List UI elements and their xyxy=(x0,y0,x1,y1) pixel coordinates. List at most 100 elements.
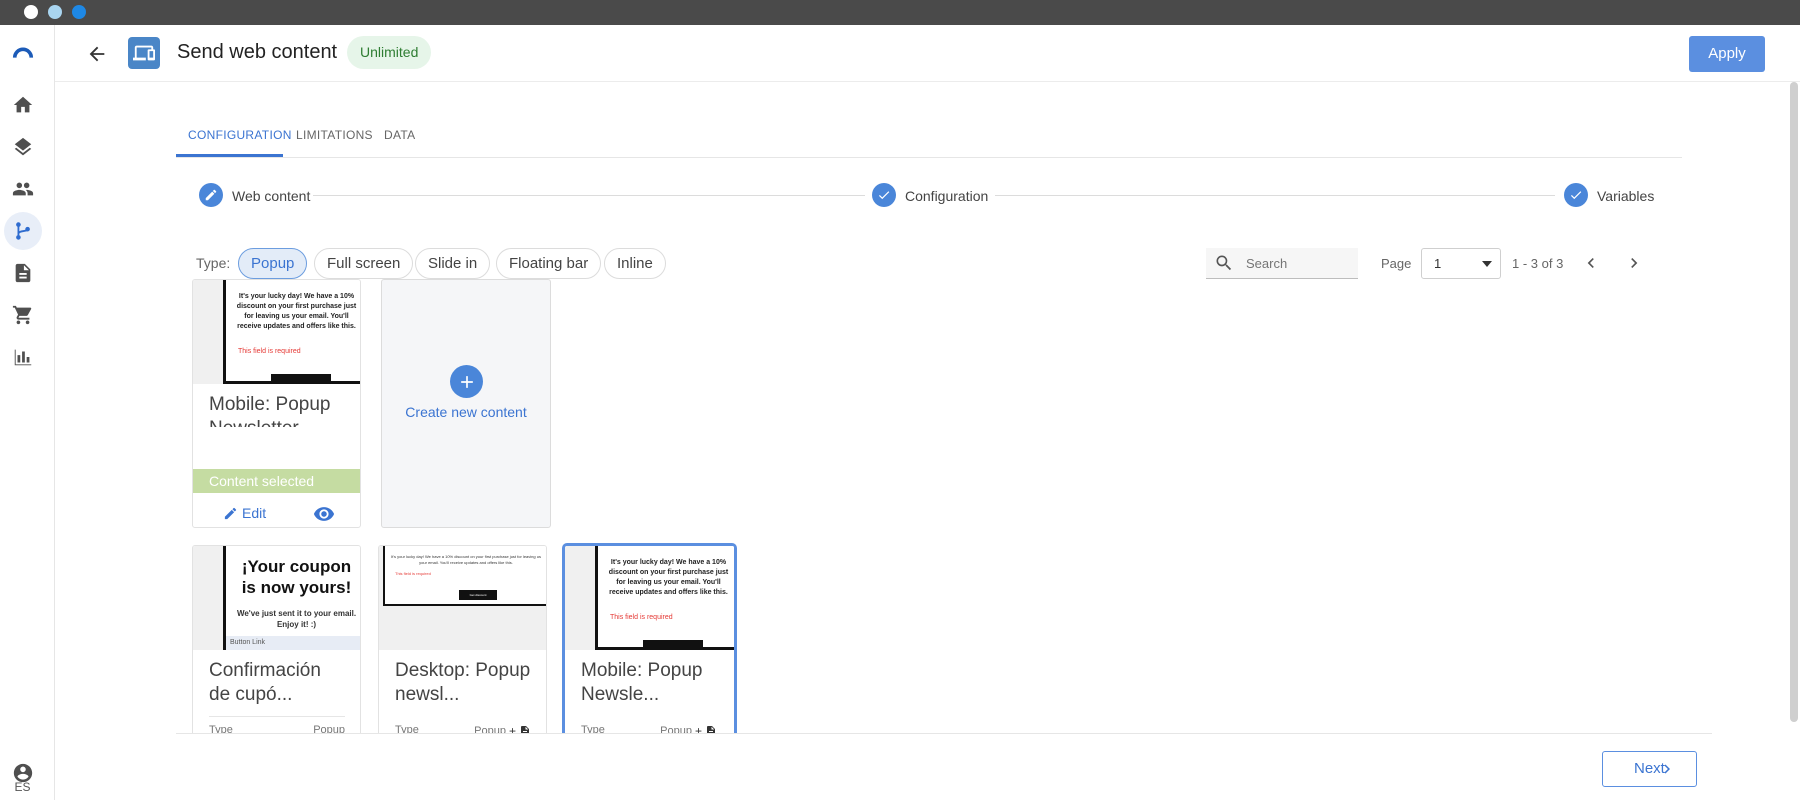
flow-icon[interactable] xyxy=(4,212,42,250)
preview-subtitle: We've just sent it to your email. Enjoy … xyxy=(236,609,357,629)
window-maximize-dot[interactable] xyxy=(72,5,86,19)
card-title-line2: Newsletter xyxy=(209,417,299,427)
next-page-button[interactable] xyxy=(1623,252,1645,274)
page-select-value: 1 xyxy=(1434,256,1442,271)
search-icon xyxy=(1216,255,1232,271)
tab-configuration[interactable]: CONFIGURATION xyxy=(188,128,292,142)
left-nav-rail: ES xyxy=(0,25,55,800)
apply-button[interactable]: Apply xyxy=(1689,36,1765,72)
card-title: Mobile: Popup xyxy=(581,660,703,681)
vertical-scrollbar[interactable] xyxy=(1790,82,1798,722)
search-field xyxy=(1206,248,1358,279)
footer-area xyxy=(56,734,1786,800)
tab-limitations[interactable]: LIMITATIONS xyxy=(296,128,373,142)
step-configuration-label[interactable]: Configuration xyxy=(905,188,988,204)
card-title-line2: Newsle... xyxy=(581,684,660,705)
pagination-range: 1 - 3 of 3 xyxy=(1512,256,1564,271)
next-button[interactable]: Next xyxy=(1602,751,1697,787)
preview-text: It's your lucky day! We have a 10% disco… xyxy=(391,554,541,565)
mobile-preview: ¡Your coupon is now yours! We've just se… xyxy=(223,546,360,650)
page-title: Send web content xyxy=(177,41,338,63)
card-actions: Edit xyxy=(193,493,360,527)
card-thumbnail: It's your lucky day! We have a 10% disco… xyxy=(193,280,360,384)
back-button[interactable] xyxy=(83,40,111,68)
chip-inline[interactable]: Inline xyxy=(604,248,666,279)
layers-icon[interactable] xyxy=(10,134,36,160)
preview-text: It's your lucky day! We have a 10% disco… xyxy=(608,559,729,596)
page-header: Send web content Unlimited Apply xyxy=(55,25,1800,82)
edit-label: Edit xyxy=(242,505,267,521)
window-minimize-dot[interactable] xyxy=(48,5,62,19)
create-new-content-card[interactable]: Create new content xyxy=(381,279,551,528)
preview-button: Get discount xyxy=(459,590,497,600)
tab-bar: CONFIGURATION LIMITATIONS DATA xyxy=(176,118,1682,158)
people-icon[interactable] xyxy=(10,176,36,202)
home-icon[interactable] xyxy=(10,92,36,118)
chip-slide-in[interactable]: Slide in xyxy=(415,248,491,279)
edit-button[interactable]: Edit xyxy=(223,505,266,521)
footer-divider xyxy=(176,733,1712,734)
preview-button xyxy=(271,374,331,384)
previous-page-button[interactable] xyxy=(1580,252,1602,274)
chip-floating-bar[interactable]: Floating bar xyxy=(496,248,602,279)
preview-error: This field is required xyxy=(238,348,301,355)
card-title-line2: newsl... xyxy=(395,684,460,705)
preview-error: This field is required xyxy=(610,614,673,621)
chip-popup[interactable]: Popup xyxy=(238,248,308,279)
step-web-content-label[interactable]: Web content xyxy=(232,188,310,204)
card-divider xyxy=(209,716,345,717)
language-code[interactable]: ES xyxy=(0,780,45,794)
preview-button xyxy=(643,640,703,650)
card-title: Confirmación xyxy=(209,660,321,681)
search-input[interactable] xyxy=(1246,253,1351,273)
status-badge: Unlimited xyxy=(347,36,432,69)
content-selected-bar: Content selected xyxy=(193,469,360,493)
create-new-content-label: Create new content xyxy=(405,404,527,420)
mobile-preview: It's your lucky day! We have a 10% disco… xyxy=(223,280,360,384)
stepper-connector xyxy=(995,195,1555,196)
stepper-connector xyxy=(313,195,865,196)
mobile-preview: It's your lucky day! We have a 10% disco… xyxy=(595,546,734,650)
page-select[interactable]: 1 xyxy=(1421,248,1501,279)
page-label: Page xyxy=(1381,256,1412,271)
step-web-content-indicator[interactable] xyxy=(199,183,223,207)
pencil-icon xyxy=(224,507,237,519)
chip-full-screen[interactable]: Full screen xyxy=(314,248,414,279)
cart-icon[interactable] xyxy=(10,302,36,328)
card-thumbnail: It's your lucky day! We have a 10% disco… xyxy=(379,546,546,650)
web-content-icon xyxy=(128,37,160,69)
preview-button[interactable] xyxy=(313,503,335,527)
bar-chart-icon[interactable] xyxy=(10,344,36,370)
card-title-line2: de cupó... xyxy=(209,684,293,705)
caret-down-icon xyxy=(1482,261,1492,267)
content-card[interactable]: ¡Your coupon is now yours! We've just se… xyxy=(192,545,361,745)
card-thumbnail: ¡Your coupon is now yours! We've just se… xyxy=(193,546,360,650)
content-card-highlighted[interactable]: It's your lucky day! We have a 10% disco… xyxy=(562,543,737,743)
card-thumbnail: It's your lucky day! We have a 10% disco… xyxy=(565,546,734,650)
desktop-preview: It's your lucky day! We have a 10% disco… xyxy=(383,546,546,606)
logo-icon[interactable] xyxy=(10,40,36,66)
add-icon xyxy=(450,365,483,398)
active-tab-indicator xyxy=(176,154,283,157)
window-close-dot[interactable] xyxy=(24,5,38,19)
document-icon[interactable] xyxy=(10,260,36,286)
step-variables-indicator[interactable] xyxy=(1564,183,1588,207)
type-filter-label: Type: xyxy=(196,255,231,271)
step-variables-label[interactable]: Variables xyxy=(1597,188,1654,204)
check-icon xyxy=(1570,191,1582,200)
card-title: Desktop: Popup xyxy=(395,660,531,681)
chevron-right-icon xyxy=(1664,764,1670,774)
tab-data[interactable]: DATA xyxy=(384,128,415,142)
content-card[interactable]: It's your lucky day! We have a 10% disco… xyxy=(378,545,547,745)
eye-icon xyxy=(313,507,335,521)
preview-title: ¡Your coupon is now yours! xyxy=(241,557,352,597)
preview-link: Button Link xyxy=(226,636,360,650)
arrow-left-icon xyxy=(89,46,105,62)
card-title: Mobile: Popup xyxy=(209,394,331,415)
step-configuration-indicator[interactable] xyxy=(872,183,896,207)
selected-content-card[interactable]: It's your lucky day! We have a 10% disco… xyxy=(192,279,361,528)
preview-text: It's your lucky day! We have a 10% disco… xyxy=(236,293,357,330)
check-icon xyxy=(878,191,890,200)
window-titlebar xyxy=(0,0,1800,25)
pencil-icon xyxy=(205,189,217,201)
